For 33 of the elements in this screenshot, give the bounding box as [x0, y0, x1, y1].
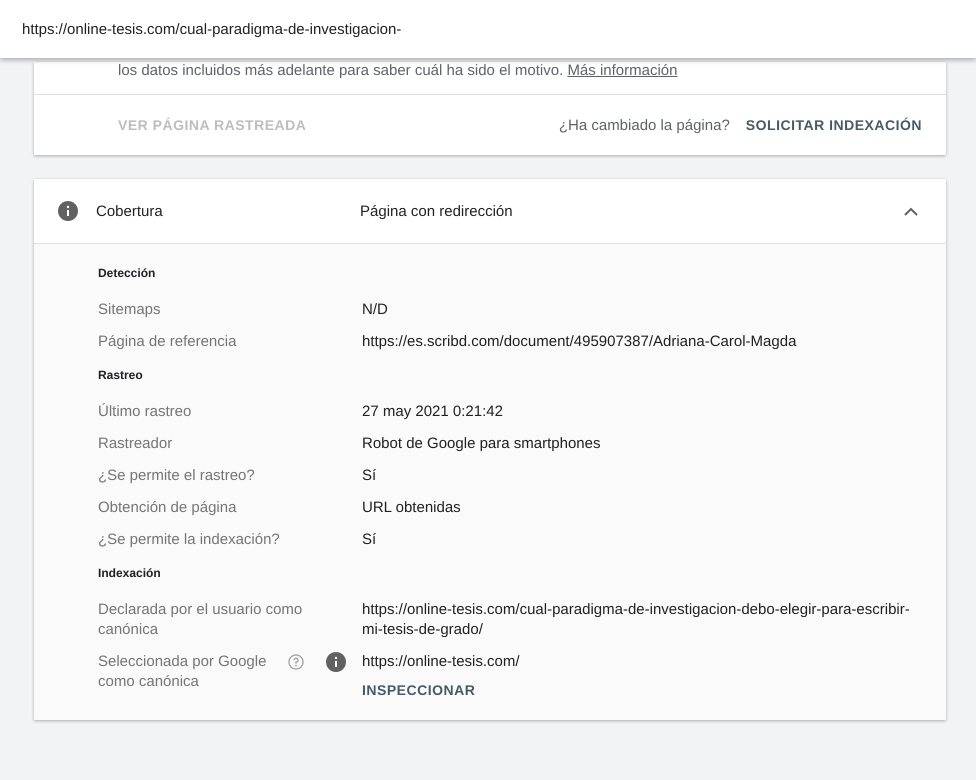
- section-heading: Indexación: [98, 566, 162, 580]
- info-icon: [58, 201, 78, 221]
- section-heading: Rastreo: [98, 368, 144, 382]
- row-value: https://es.scribd.com/document/495907387/Adriana-Carol-Magda: [362, 332, 798, 352]
- url-text: https://online-tesis.com/cual-paradigma-de-investigacion-: [0, 0, 976, 58]
- row-label: Declarada por el usuario como canónica: [98, 600, 304, 640]
- row-label: Seleccionada por Google como canónica: [98, 652, 268, 692]
- row-label: Obtención de página: [98, 498, 238, 518]
- row-label: ¿Se permite el rastreo?: [98, 466, 256, 486]
- row-label: Último rastreo: [98, 402, 192, 422]
- row-label: Rastreador: [98, 434, 174, 454]
- row-label: Sitemaps: [98, 300, 162, 320]
- row-value: https://online-tesis.com/: [362, 652, 520, 672]
- notice-text: los datos incluidos más adelante para saber cuál ha sido el motivo. Más información: [118, 62, 678, 79]
- coverage-status: Página con redirección: [360, 202, 513, 220]
- chevron-icon[interactable]: [904, 206, 918, 216]
- row-label: ¿Se permite la indexación?: [98, 530, 281, 550]
- row-value: Sí: [362, 530, 378, 550]
- help-icon[interactable]: [288, 654, 304, 670]
- row-value: Sí: [362, 466, 378, 486]
- row-value: Robot de Google para smartphones: [362, 434, 602, 454]
- row-value: N/D: [362, 300, 389, 320]
- row-value: https://online-tesis.com/cual-paradigma-de-investigacion-debo-elegir-para-escribir-mi-tesis-de-grado/: [362, 600, 911, 640]
- page-changed-question: ¿Ha cambiado la página?: [558, 116, 730, 134]
- request-indexing-button[interactable]: SOLICITAR INDEXACIÓN: [746, 117, 922, 133]
- info-icon: [326, 652, 346, 672]
- more-info-link[interactable]: Más información: [567, 62, 678, 79]
- section-heading: Detección: [98, 266, 156, 280]
- coverage-title: Cobertura: [96, 202, 164, 220]
- row-label: Página de referencia: [98, 332, 238, 352]
- row-value: URL obtenidas: [362, 498, 462, 518]
- row-value: 27 may 2021 0:21:42: [362, 402, 504, 422]
- inspect-button[interactable]: INSPECCIONAR: [362, 680, 476, 700]
